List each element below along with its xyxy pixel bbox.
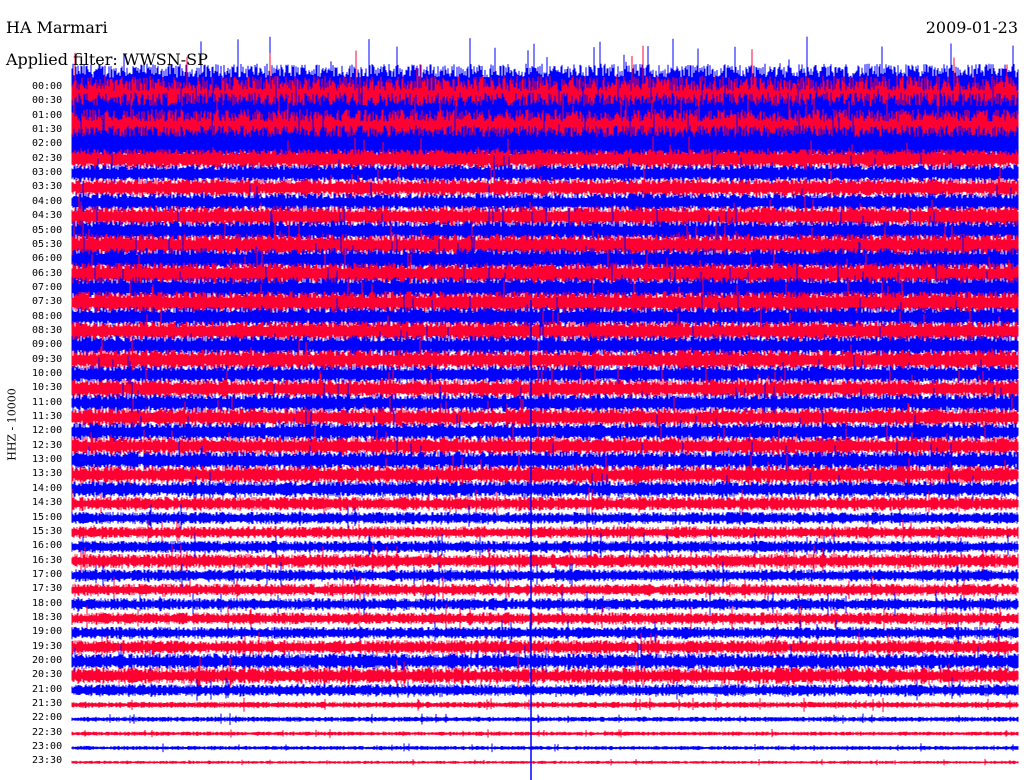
time-label: 15:00 — [32, 511, 63, 523]
trace-2330 — [71, 758, 1019, 766]
time-label: 16:00 — [32, 540, 63, 552]
time-label: 09:00 — [32, 339, 63, 351]
time-label: 14:30 — [32, 497, 63, 509]
time-label: 17:30 — [32, 583, 63, 595]
trace-2200 — [71, 713, 1019, 725]
time-label: 17:00 — [32, 568, 63, 580]
time-label: 13:30 — [32, 468, 63, 480]
time-label: 03:30 — [32, 181, 63, 193]
time-label: 14:00 — [32, 482, 63, 494]
time-label: 10:30 — [32, 382, 63, 394]
trace-2300 — [71, 743, 1019, 753]
time-label: 06:00 — [32, 253, 63, 265]
time-label: 01:00 — [32, 109, 63, 121]
time-label: 07:30 — [32, 296, 63, 308]
time-label: 09:30 — [32, 353, 63, 365]
time-label: 12:00 — [32, 425, 63, 437]
time-label: 05:30 — [32, 238, 63, 250]
time-label: 12:30 — [32, 439, 63, 451]
time-label: 16:30 — [32, 554, 63, 566]
time-label: 06:30 — [32, 267, 63, 279]
time-label: 05:00 — [32, 224, 63, 236]
trace-2230 — [71, 729, 1019, 738]
time-label: 10:00 — [32, 368, 63, 379]
time-label: 03:00 — [32, 167, 63, 179]
time-label: 21:00 — [32, 683, 63, 695]
time-label: 18:30 — [32, 611, 63, 623]
time-label: 07:00 — [32, 281, 63, 293]
time-label: 02:00 — [32, 138, 63, 150]
time-label: 13:00 — [32, 454, 63, 466]
time-label: 02:30 — [32, 152, 63, 164]
time-label: 01:30 — [32, 124, 63, 136]
time-label: 04:00 — [32, 195, 63, 207]
date-label: 2009-01-23 — [925, 18, 1018, 37]
time-label: 23:00 — [32, 741, 63, 753]
time-label: 22:00 — [32, 712, 63, 724]
time-labels: 00:00 00:30 01:00 01:30 02:00 02:30 03:00 03:30… — [0, 0, 64, 780]
time-label: 21:30 — [32, 698, 63, 710]
trace-2130 — [71, 697, 1019, 713]
time-label: 23:30 — [32, 755, 63, 767]
time-label: 08:30 — [32, 324, 63, 336]
time-label: 11:30 — [32, 411, 63, 423]
time-label: 00:30 — [32, 95, 63, 107]
time-label: 22:30 — [32, 726, 63, 738]
time-label: 08:00 — [32, 310, 63, 322]
seismogram-plot — [71, 36, 1019, 780]
time-label: 11:00 — [32, 396, 63, 408]
time-label: 20:00 — [32, 655, 63, 666]
time-label: 00:00 — [32, 81, 63, 92]
time-label: 20:30 — [32, 669, 63, 681]
time-label: 19:00 — [32, 626, 63, 638]
time-label: 19:30 — [32, 640, 63, 652]
time-label: 18:00 — [32, 597, 63, 609]
time-label: 15:30 — [32, 525, 63, 537]
time-label: 04:30 — [32, 210, 63, 222]
